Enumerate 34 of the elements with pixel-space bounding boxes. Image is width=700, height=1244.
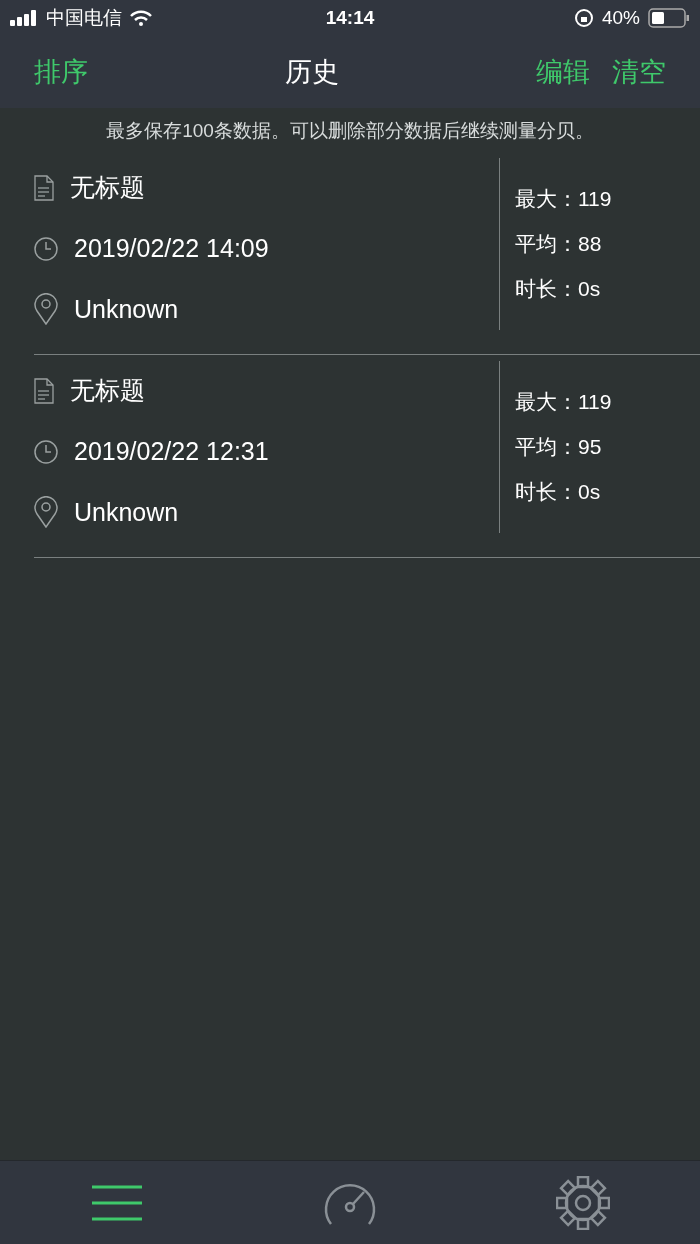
settings-icon <box>556 1175 611 1230</box>
record-stat: 最大：119 <box>515 186 613 212</box>
signal-icon <box>10 10 38 26</box>
record-datetime: 2019/02/22 12:31 <box>74 437 269 466</box>
document-icon <box>34 174 54 201</box>
record-title: 无标题 <box>70 172 145 203</box>
carrier-name: 中国电信 <box>46 6 122 30</box>
record-datetime: 2019/02/22 14:09 <box>74 234 269 263</box>
notice-text: 最多保存100条数据。可以删除部分数据后继续测量分贝。 <box>106 120 594 141</box>
document-icon <box>34 377 54 404</box>
battery-icon <box>648 8 690 28</box>
clock-time: 14:14 <box>325 7 375 29</box>
history-record[interactable]: 无标题 2019/02/22 14:09 Unknown 最大：119 平均：88 时长：0s <box>34 152 700 355</box>
record-stat: 平均：95 <box>515 434 603 460</box>
record-location: Unknown <box>74 497 179 527</box>
record-stat: 平均：88 <box>515 231 603 257</box>
wifi-icon <box>130 10 152 26</box>
edit-button[interactable]: 编辑 <box>536 54 590 90</box>
record-stat: 时长：0s <box>515 276 602 302</box>
location-pin-icon <box>34 496 58 528</box>
history-record[interactable]: 无标题 2019/02/22 12:31 Unknown 最大：119 平均：95 时长：0s <box>34 355 700 558</box>
page-title: 历史 <box>285 56 339 89</box>
clear-button[interactable]: 清空 <box>612 54 666 90</box>
clock-icon <box>34 439 58 464</box>
battery-percent: 40% <box>601 7 640 29</box>
record-location: Unknown <box>74 294 179 324</box>
record-stat: 最大：119 <box>515 389 613 415</box>
location-pin-icon <box>34 293 58 325</box>
clock-icon <box>34 236 58 261</box>
sort-button[interactable]: 排序 <box>34 54 88 90</box>
menu-icon <box>90 1183 143 1222</box>
record-title: 无标题 <box>70 375 145 406</box>
record-stat: 时长：0s <box>515 479 602 505</box>
rotation-lock-icon <box>573 8 594 28</box>
